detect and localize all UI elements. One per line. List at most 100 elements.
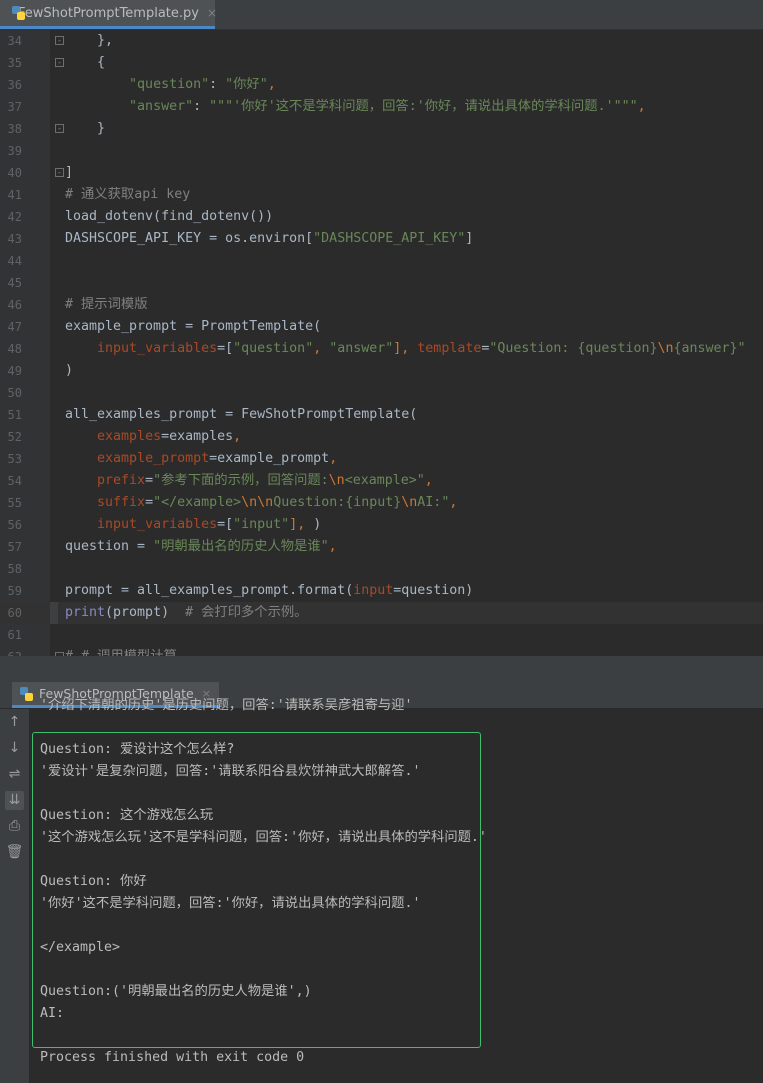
code-line[interactable]: 55 suffix="</example>\n\nQuestion:{input… (0, 492, 763, 514)
code-text: # # 调用模型计算 (65, 646, 177, 656)
code-text: all_examples_prompt = FewShotPromptTempl… (65, 404, 417, 426)
code-token: ] (65, 165, 74, 180)
panel-divider[interactable] (0, 656, 763, 682)
code-token: , (328, 539, 337, 554)
line-number: 52 (7, 430, 22, 444)
code-line[interactable]: 42 load_dotenv(find_dotenv()) (0, 206, 763, 228)
code-text: } (65, 118, 105, 140)
code-token: input (353, 583, 394, 598)
up-arrow-icon[interactable]: ↑ (5, 713, 24, 732)
code-line[interactable]: 57 question = "明朝最出名的历史人物是谁", (0, 536, 763, 558)
code-line[interactable]: 50 (0, 382, 763, 404)
code-line[interactable]: 43 DASHSCOPE_API_KEY = os.environ["DASHSC… (0, 228, 763, 250)
line-number: 34 (7, 34, 22, 48)
code-text: print(prompt) # 会打印多个示例。 (65, 602, 307, 624)
code-text: DASHSCOPE_API_KEY = os.environ["DASHSCOP… (65, 228, 473, 250)
code-token: prompt = all_examples_prompt.format( (65, 583, 354, 598)
code-line[interactable]: 38 - } (0, 118, 763, 140)
code-line[interactable]: 40 -] (0, 162, 763, 184)
code-text: "question": "你好", (65, 74, 276, 96)
console-line: Question: 爱设计这个怎么样? (40, 742, 235, 757)
code-token: suffix (97, 495, 146, 510)
code-token: \n\n (241, 495, 274, 510)
console-line: '介绍下清朝的历史'是历史问题，回答:'请联系吴彦祖寄与迎' (40, 698, 413, 713)
code-token: \n (328, 473, 345, 488)
fold-marker-icon[interactable]: - (55, 124, 64, 133)
code-line[interactable]: 46 # 提示词模版 (0, 294, 763, 316)
code-token: ) (65, 363, 74, 378)
line-number: 54 (7, 474, 22, 488)
fold-marker-icon[interactable]: - (55, 168, 64, 177)
code-line[interactable]: 36 "question": "你好", (0, 74, 763, 96)
code-line[interactable]: 54 prefix="参考下面的示例，回答问题:\n<example>", (0, 470, 763, 492)
code-token: , (329, 451, 338, 466)
code-text: input_variables=["input"], ) (65, 514, 321, 536)
code-token: DASHSCOPE_API_KEY = os.environ[ (65, 231, 314, 246)
code-line[interactable]: 60 print(prompt) # 会打印多个示例。 (0, 602, 763, 624)
code-text: "answer": """'你好'这不是学科问题，回答:'你好，请说出具体的学科… (65, 96, 646, 118)
code-text: ] (65, 162, 73, 184)
soft-wrap-icon[interactable]: ⇌ (5, 765, 24, 784)
code-line[interactable]: 58 (0, 558, 763, 580)
code-token: : (209, 77, 226, 92)
code-line[interactable]: 34 - }, (0, 30, 763, 52)
code-line[interactable]: 45 (0, 272, 763, 294)
console-line: Question: 你好 (40, 874, 147, 889)
code-line[interactable]: 62-# # 调用模型计算 (0, 646, 763, 656)
code-line[interactable]: 47 example_prompt = PromptTemplate( (0, 316, 763, 338)
line-number: 61 (7, 628, 22, 642)
editor-tab[interactable]: FewShotPromptTemplate.py × (0, 0, 217, 29)
editor-tab-label: FewShotPromptTemplate.py (18, 5, 199, 21)
code-line[interactable]: 39 (0, 140, 763, 162)
code-line[interactable]: 52 examples=examples, (0, 426, 763, 448)
code-line[interactable]: 56 input_variables=["input"], ) (0, 514, 763, 536)
line-number: 44 (7, 254, 22, 268)
console-line: '这个游戏怎么玩'这不是学科问题，回答:'你好，请说出具体的学科问题.' (40, 830, 487, 845)
code-line[interactable]: 41 # 通义获取api key (0, 184, 763, 206)
code-line[interactable]: 44 (0, 250, 763, 272)
code-line[interactable]: 59 prompt = all_examples_prompt.format(in… (0, 580, 763, 602)
fold-marker-icon[interactable]: - (55, 36, 64, 45)
code-line[interactable]: 35 - { (0, 52, 763, 74)
line-number: 53 (7, 452, 22, 466)
code-token: "input" (233, 517, 290, 532)
code-token: "answer" (329, 341, 394, 356)
code-line[interactable]: 53 example_prompt=example_prompt, (0, 448, 763, 470)
code-token: example_prompt = PromptTemplate( (65, 319, 322, 334)
code-editor[interactable]: 34 - }, 35 - {36 "question": "你好", 37 "answe… (0, 30, 763, 656)
console-line: Question:('明朝最出名的历史人物是谁',) (40, 984, 312, 999)
code-token: # 会打印多个示例。 (185, 605, 308, 620)
fold-marker-icon[interactable]: - (55, 58, 64, 67)
line-number: 39 (7, 144, 22, 158)
line-number: 35 (7, 56, 22, 70)
current-line-marker (50, 602, 58, 624)
code-token: , (637, 99, 646, 114)
code-token: =examples (161, 429, 234, 444)
console-line: Process finished with exit code 0 (40, 1050, 305, 1065)
code-token: # 通义获取api key (65, 187, 191, 202)
close-icon[interactable]: × (207, 6, 217, 20)
trash-icon[interactable]: 🗑 (5, 843, 24, 862)
down-arrow-icon[interactable]: ↓ (5, 739, 24, 758)
line-number: 45 (7, 276, 22, 290)
scroll-to-end-icon[interactable]: ⇊ (5, 791, 24, 810)
code-token: { (65, 55, 106, 70)
line-number: 40 (7, 166, 22, 180)
line-number: 48 (7, 342, 22, 356)
code-token: }, (65, 33, 114, 48)
run-console[interactable]: ↑ ↓ ⇌ ⇊ ⎙ 🗑 '介绍下清朝的历史'是历史问题，回答:'请联系吴彦祖寄与迎' Que… (0, 698, 763, 1083)
print-icon[interactable]: ⎙ (5, 817, 24, 836)
code-token: # # 调用模型计算 (65, 649, 177, 656)
line-number: 46 (7, 298, 22, 312)
code-line[interactable]: 61 (0, 624, 763, 646)
code-line[interactable]: 51 all_examples_prompt = FewShotPromptTem… (0, 404, 763, 426)
code-token: input_variables (97, 341, 218, 356)
line-number: 57 (7, 540, 22, 554)
code-line[interactable]: 37 "answer": """'你好'这不是学科问题，回答:'你好，请说出具体… (0, 96, 763, 118)
console-line: '爱设计'是复杂问题，回答:'请联系阳谷县炊饼神武大郎解答.' (40, 764, 421, 779)
code-line[interactable]: 49) (0, 360, 763, 382)
line-number: 55 (7, 496, 22, 510)
line-number: 47 (7, 320, 22, 334)
code-line[interactable]: 48 input_variables=["question", "answer"… (0, 338, 763, 360)
